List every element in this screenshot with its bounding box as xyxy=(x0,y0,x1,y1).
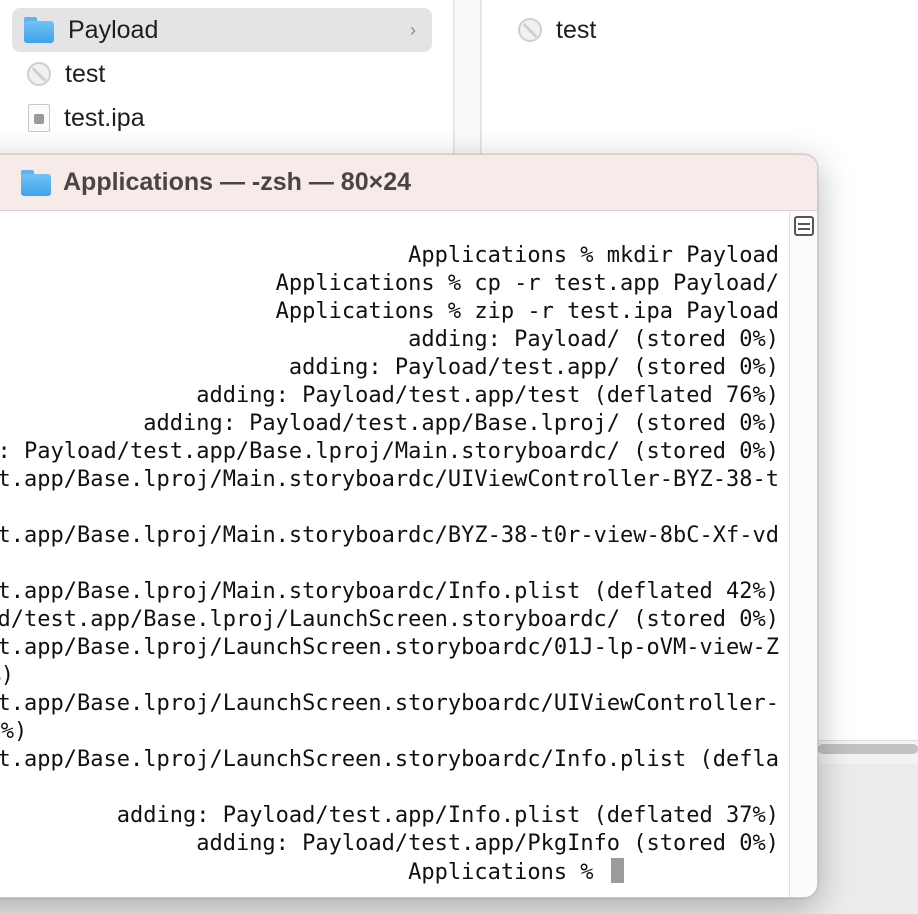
finder-item-label: test xyxy=(556,15,597,44)
split-pane-icon[interactable] xyxy=(794,216,814,236)
terminal-scrollbar[interactable] xyxy=(789,212,817,897)
terminal-line: 34%) xyxy=(0,719,28,744)
terminal-line: adding: Payload/test.app/Base.lproj/Laun… xyxy=(0,635,779,660)
terminal-window[interactable]: Applications — -zsh — 80×24 Applications… xyxy=(0,154,818,898)
desktop: Payload › test test.ipa test Application… xyxy=(0,0,918,914)
terminal-line: adding: Payload/test.app/Base.lproj/Main… xyxy=(0,467,779,492)
finder-item-test-ipa[interactable]: test.ipa xyxy=(12,96,432,140)
terminal-line: adding: Payload/test.app/PkgInfo (stored… xyxy=(169,831,779,856)
finder-item-test-preview[interactable]: test xyxy=(516,8,596,52)
terminal-line: adding: Payload/test.app/Base.lproj/Main… xyxy=(0,579,779,604)
terminal-line: 39%) xyxy=(0,663,14,688)
terminal-line: adding: Payload/test.app/Base.lproj/Main… xyxy=(0,523,779,548)
terminal-line: adding: Payload/test.app/Info.plist (def… xyxy=(90,803,779,828)
terminal-titlebar[interactable]: Applications — -zsh — 80×24 xyxy=(0,155,817,211)
ipa-document-icon xyxy=(28,104,50,132)
finder-horizontal-scrollbar[interactable] xyxy=(818,740,918,764)
scrollbar-thumb[interactable] xyxy=(818,744,918,754)
finder-column-empty xyxy=(455,0,481,160)
terminal-line: Applications % mkdir Payload] xyxy=(408,243,779,268)
terminal-prompt-line[interactable]: Applications % xyxy=(0,858,791,886)
terminal-line: adding: Payload/test.app/Base.lproj/ (st… xyxy=(116,411,779,436)
terminal-line: adding: Payload/ (stored 0%) xyxy=(381,327,779,352)
finder-item-label: Payload xyxy=(68,15,159,44)
terminal-line: adding: Payload/test.app/Base.lproj/Laun… xyxy=(0,691,779,716)
terminal-cursor xyxy=(610,858,624,883)
folder-icon xyxy=(21,168,51,198)
executable-icon xyxy=(27,62,51,86)
terminal-line: Applications % cp -r test.app Payload/] xyxy=(275,271,779,296)
terminal-line: adding: Payload/test.app/ (stored 0%) xyxy=(262,355,779,380)
chevron-right-icon: › xyxy=(410,20,416,40)
terminal-line: adding: Payload/test.app/Base.lproj/Laun… xyxy=(0,747,779,772)
terminal-line: adding: Payload/test.app/Base.lproj/Main… xyxy=(0,439,779,464)
finder-item-label: test.ipa xyxy=(64,103,145,132)
terminal-output[interactable]: Applications % mkdir Payload] Applicatio… xyxy=(0,212,791,897)
finder-item-test[interactable]: test xyxy=(12,52,432,96)
terminal-lines: Applications % mkdir Payload] Applicatio… xyxy=(0,242,791,886)
window-title: Applications — -zsh — 80×24 xyxy=(63,168,412,196)
finder-item-payload[interactable]: Payload › xyxy=(12,8,432,52)
finder-column-payload-parent: Payload › test test.ipa xyxy=(0,0,454,160)
folder-icon xyxy=(24,15,54,45)
finder-item-label: test xyxy=(65,59,106,88)
terminal-line: Applications % zip -r test.ipa Payload] xyxy=(275,299,779,324)
terminal-line: adding: Payload/test.app/Base.lproj/Laun… xyxy=(0,607,779,632)
terminal-line: adding: Payload/test.app/test (deflated … xyxy=(169,383,779,408)
executable-icon xyxy=(518,18,542,42)
